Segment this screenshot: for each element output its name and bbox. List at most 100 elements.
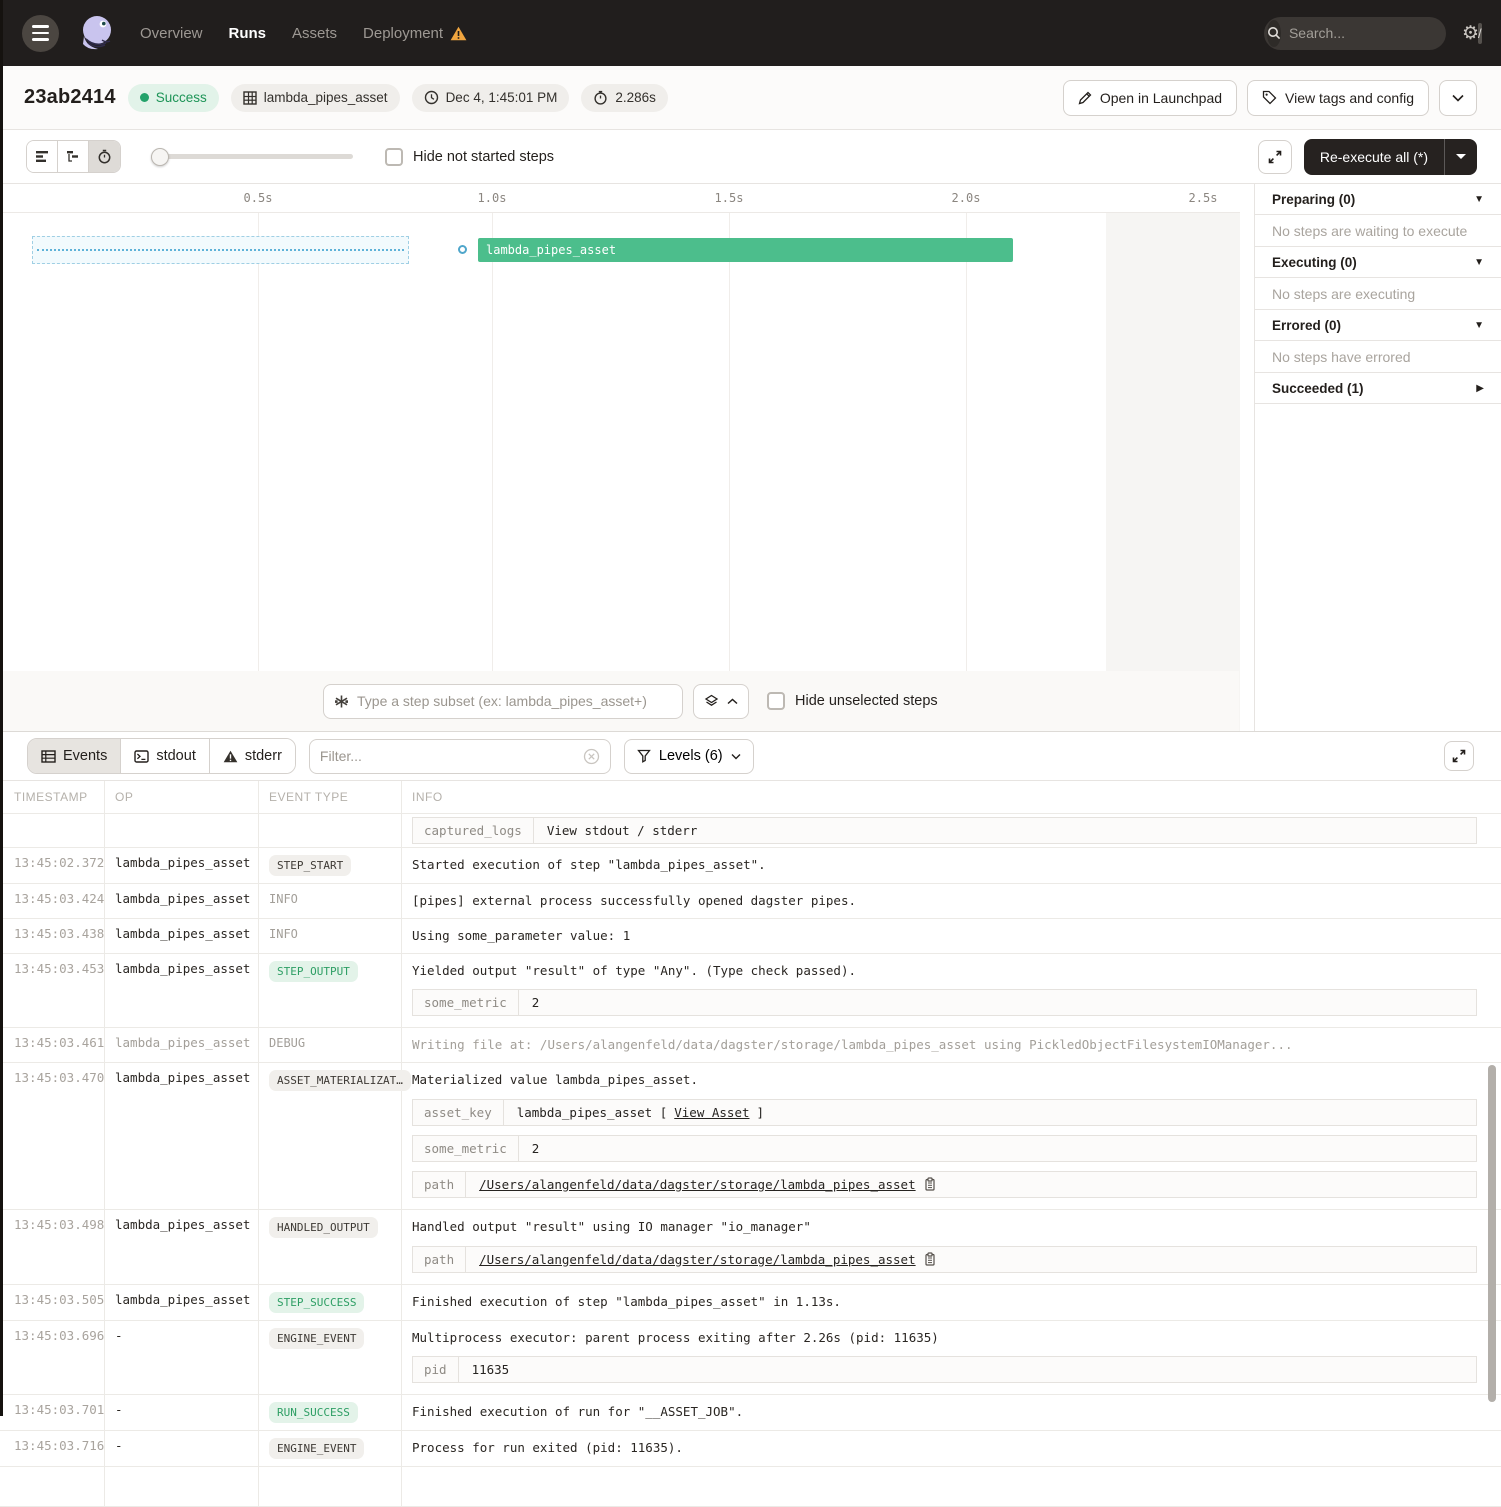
- column-header-info: INFO: [402, 781, 1501, 813]
- step-subset-input[interactable]: [357, 693, 672, 709]
- path-link[interactable]: /Users/alangenfeld/data/dagster/storage/…: [479, 1252, 916, 1267]
- metadata-label: asset_key: [413, 1100, 504, 1125]
- gantt-bar-label: lambda_pipes_asset: [486, 243, 616, 257]
- layers-icon: [704, 694, 719, 709]
- window-edge: [0, 0, 3, 1416]
- event-type-cell: STEP_START: [259, 848, 402, 883]
- table-row[interactable]: captured_logsView stdout / stderr: [0, 814, 1501, 848]
- caret-right-icon: ▶: [1476, 383, 1484, 394]
- log-scrollbar[interactable]: [1488, 1065, 1496, 1402]
- gantt-time-axis: 0.5s1.0s1.5s2.0s2.5s: [0, 184, 1240, 213]
- table-row[interactable]: 13:45:03.696-ENGINE_EVENTMultiprocess ex…: [0, 1321, 1501, 1396]
- metadata-text: ]: [757, 1105, 765, 1120]
- gear-icon[interactable]: ⚙: [1462, 24, 1479, 43]
- levels-filter-button[interactable]: Levels (6): [624, 739, 754, 774]
- nav-item-overview[interactable]: Overview: [140, 25, 203, 42]
- search-input[interactable]: [1281, 25, 1478, 41]
- clock-icon: [424, 90, 439, 105]
- tag-icon: [1262, 90, 1277, 105]
- gantt-fullscreen-button[interactable]: [1258, 140, 1292, 174]
- job-tag[interactable]: lambda_pipes_asset: [231, 84, 400, 112]
- step-panel-section-header[interactable]: Preparing (0)▼: [1255, 184, 1501, 215]
- reexecute-button-group: Re-execute all (*): [1304, 139, 1477, 175]
- slider-track[interactable]: [151, 154, 353, 159]
- graph-query-toggle-button[interactable]: [693, 684, 749, 719]
- table-row[interactable]: 13:45:03.470lambda_pipes_assetASSET_MATE…: [0, 1063, 1501, 1210]
- hide-unselected-checkbox[interactable]: [767, 692, 785, 710]
- step-status-panel: Preparing (0)▼No steps are waiting to ex…: [1255, 184, 1501, 731]
- gantt-start-marker[interactable]: [458, 245, 467, 254]
- clear-filter-icon[interactable]: [583, 748, 600, 765]
- step-panel-section-header[interactable]: Errored (0)▼: [1255, 310, 1501, 341]
- section-body-text: No steps are waiting to execute: [1255, 215, 1501, 247]
- view-asset-link[interactable]: View Asset: [674, 1105, 749, 1120]
- log-fullscreen-button[interactable]: [1444, 741, 1474, 771]
- step-panel-section-header[interactable]: Succeeded (1)▶: [1255, 373, 1501, 404]
- tab-stderr[interactable]: stderr: [210, 739, 295, 773]
- gantt-step-bar[interactable]: lambda_pipes_asset: [478, 238, 1013, 262]
- hide-not-started-checkbox[interactable]: [385, 148, 403, 166]
- info-text: Materialized value lambda_pipes_asset.: [412, 1070, 1491, 1090]
- copy-icon[interactable]: [923, 1177, 936, 1191]
- table-row[interactable]: 13:45:03.424lambda_pipes_assetINFO[pipes…: [0, 884, 1501, 919]
- op-cell: lambda_pipes_asset: [105, 954, 259, 1028]
- metadata-entry: some_metric2: [412, 1135, 1477, 1162]
- step-panel-section-header[interactable]: Executing (0)▼: [1255, 247, 1501, 278]
- reexecute-all-button[interactable]: Re-execute all (*): [1304, 139, 1445, 175]
- path-link[interactable]: /Users/alangenfeld/data/dagster/storage/…: [479, 1177, 916, 1192]
- info-cell: Finished execution of run for "__ASSET_J…: [402, 1395, 1501, 1430]
- column-header-timestamp: TIMESTAMP: [0, 781, 105, 813]
- tab-events[interactable]: Events: [28, 739, 121, 773]
- event-type-cell: HANDLED_OUTPUT: [259, 1210, 402, 1284]
- timestamp-cell: [0, 814, 105, 848]
- view-waterfall-icon[interactable]: [58, 141, 89, 172]
- table-row[interactable]: 13:45:03.701-RUN_SUCCESSFinished executi…: [0, 1395, 1501, 1431]
- funnel-icon: [637, 749, 651, 763]
- reexecute-dropdown-button[interactable]: [1445, 139, 1477, 175]
- table-row[interactable]: 13:45:03.438lambda_pipes_assetINFOUsing …: [0, 919, 1501, 954]
- event-type-pill: ENGINE_EVENT: [269, 1328, 364, 1349]
- table-row[interactable]: 13:45:03.505lambda_pipes_assetSTEP_SUCCE…: [0, 1285, 1501, 1321]
- search-icon: [1267, 20, 1281, 47]
- table-icon: [41, 750, 56, 763]
- slider-knob[interactable]: [151, 148, 169, 166]
- nav-item-assets[interactable]: Assets: [292, 25, 337, 42]
- section-title: Preparing (0): [1272, 192, 1355, 207]
- op-cell: lambda_pipes_asset: [105, 848, 259, 883]
- info-cell: Yielded output "result" of type "Any". (…: [402, 954, 1501, 1028]
- table-row[interactable]: 13:45:03.461lambda_pipes_assetDEBUGWriti…: [0, 1028, 1501, 1063]
- table-row[interactable]: 13:45:03.498lambda_pipes_assetHANDLED_OU…: [0, 1210, 1501, 1285]
- open-in-launchpad-button[interactable]: Open in Launchpad: [1063, 80, 1237, 116]
- hamburger-menu-icon[interactable]: [22, 15, 59, 52]
- table-row[interactable]: 13:45:03.453lambda_pipes_assetSTEP_OUTPU…: [0, 954, 1501, 1029]
- search-box[interactable]: /: [1264, 17, 1446, 50]
- nav-item-runs[interactable]: Runs: [229, 25, 267, 42]
- info-cell: Finished execution of step "lambda_pipes…: [402, 1285, 1501, 1320]
- run-actions-chevron-button[interactable]: [1439, 80, 1477, 116]
- zoom-slider[interactable]: [151, 148, 353, 166]
- event-type-pill: STEP_START: [269, 855, 351, 876]
- log-panel: Events stdout stderr Levels (6) TIMESTAMPO…: [0, 731, 1501, 1416]
- run-header: 23ab2414 Success lambda_pipes_asset Dec …: [0, 66, 1501, 130]
- tab-label: stdout: [156, 748, 196, 764]
- hide-not-started-label: Hide not started steps: [413, 149, 554, 165]
- dagster-logo-icon[interactable]: [76, 12, 118, 54]
- copy-icon[interactable]: [923, 1252, 936, 1266]
- gantt-footer: Hide unselected steps: [1, 671, 1239, 731]
- view-timing-icon[interactable]: [89, 141, 120, 172]
- log-filter-input[interactable]: [320, 748, 583, 764]
- tab-stdout[interactable]: stdout: [121, 739, 210, 773]
- table-row[interactable]: 13:45:03.716-ENGINE_EVENTProcess for run…: [0, 1431, 1501, 1467]
- op-cell: lambda_pipes_asset: [105, 919, 259, 953]
- table-row[interactable]: 13:45:02.372lambda_pipes_assetSTEP_START…: [0, 848, 1501, 884]
- gantt-waiting-bar[interactable]: [32, 236, 409, 264]
- column-header-op: OP: [105, 781, 259, 813]
- hide-unselected-label: Hide unselected steps: [795, 693, 938, 709]
- nav-item-deployment[interactable]: Deployment: [363, 25, 467, 42]
- view-flat-icon[interactable]: [27, 141, 58, 172]
- chevron-down-icon: [731, 753, 741, 760]
- axis-gridline: [258, 213, 259, 731]
- view-tags-config-button[interactable]: View tags and config: [1247, 80, 1429, 116]
- metadata-value: 2: [519, 1136, 553, 1161]
- info-text: [pipes] external process successfully op…: [412, 891, 1491, 911]
